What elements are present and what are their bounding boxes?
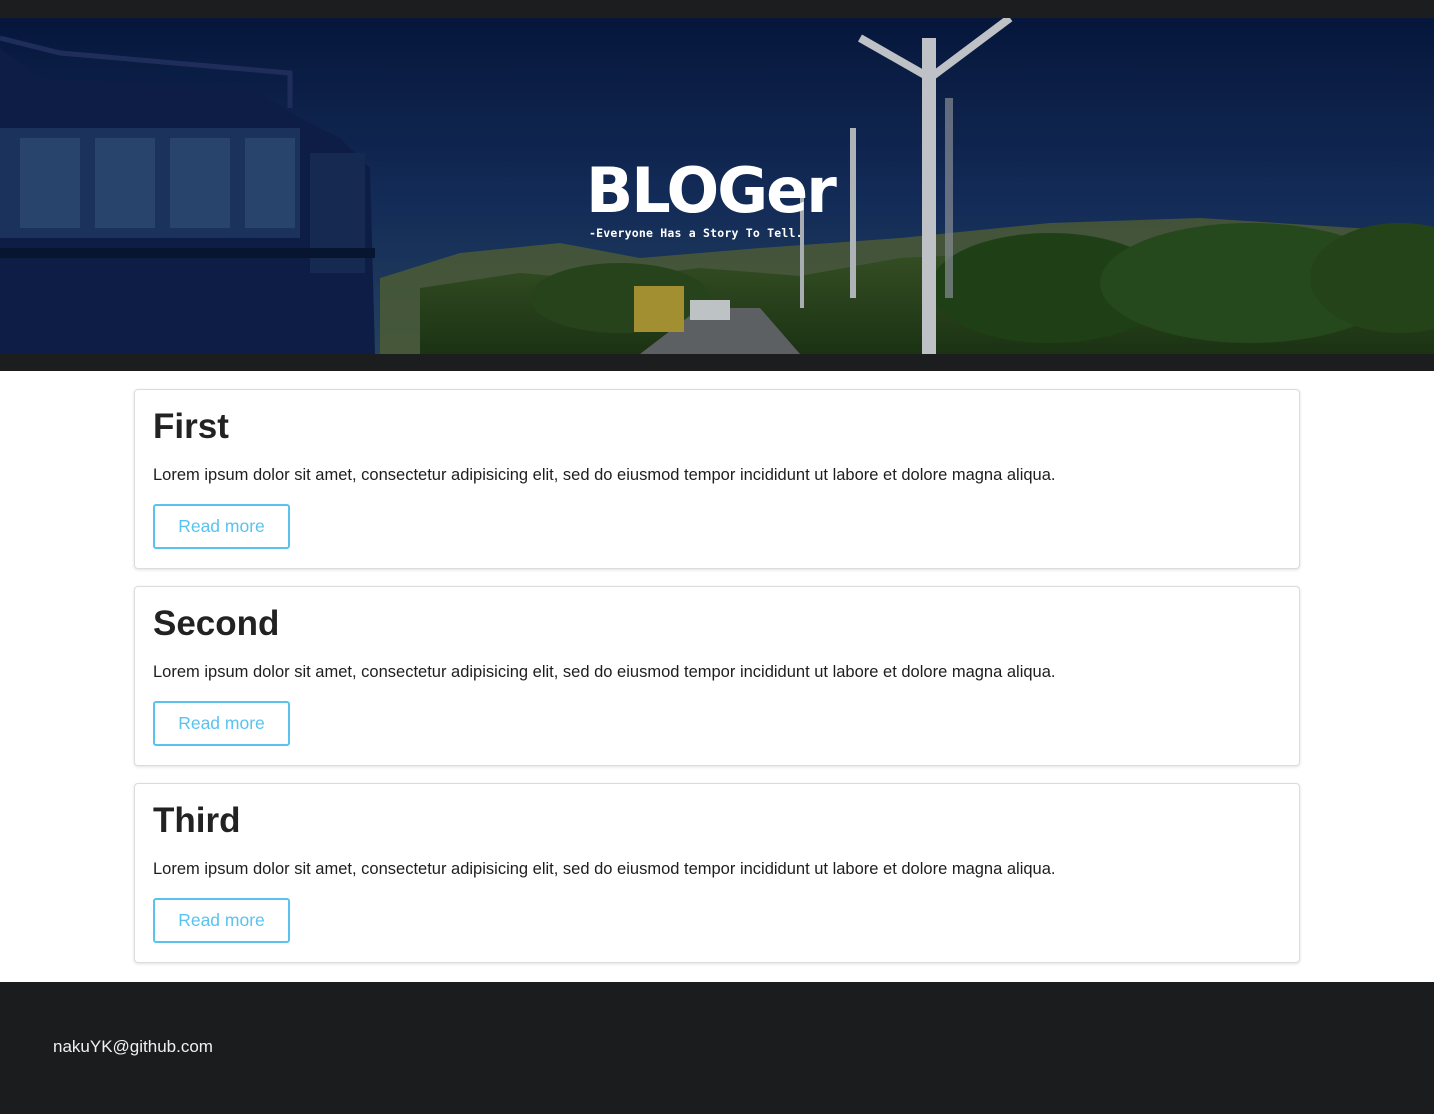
post-excerpt: Lorem ipsum dolor sit amet, consectetur …	[153, 663, 1056, 681]
read-more-button[interactable]: Read more	[153, 701, 290, 746]
read-more-button[interactable]: Read more	[153, 504, 290, 549]
post-excerpt: Lorem ipsum dolor sit amet, consectetur …	[153, 466, 1056, 484]
site-tagline: -Everyone Has a Story To Tell.	[589, 226, 803, 240]
site-title: BLOGer	[586, 154, 837, 227]
footer: nakuYK@github.com	[0, 982, 1434, 1114]
top-bar	[0, 0, 1434, 18]
post-card-third: Third Lorem ipsum dolor sit amet, consec…	[134, 783, 1300, 963]
post-title: First	[153, 407, 229, 446]
post-card-second: Second Lorem ipsum dolor sit amet, conse…	[134, 586, 1300, 766]
brand: BLOGer -Everyone Has a Story To Tell.	[586, 154, 866, 241]
post-list: First Lorem ipsum dolor sit amet, consec…	[134, 389, 1300, 980]
post-title: Second	[153, 604, 280, 643]
hero-banner: BLOGer -Everyone Has a Story To Tell.	[0, 18, 1434, 354]
post-excerpt: Lorem ipsum dolor sit amet, consectetur …	[153, 860, 1056, 878]
hero-bottom-bar	[0, 354, 1434, 371]
post-title: Third	[153, 801, 241, 840]
post-card-first: First Lorem ipsum dolor sit amet, consec…	[134, 389, 1300, 569]
read-more-button[interactable]: Read more	[153, 898, 290, 943]
footer-contact: nakuYK@github.com	[53, 1037, 213, 1056]
